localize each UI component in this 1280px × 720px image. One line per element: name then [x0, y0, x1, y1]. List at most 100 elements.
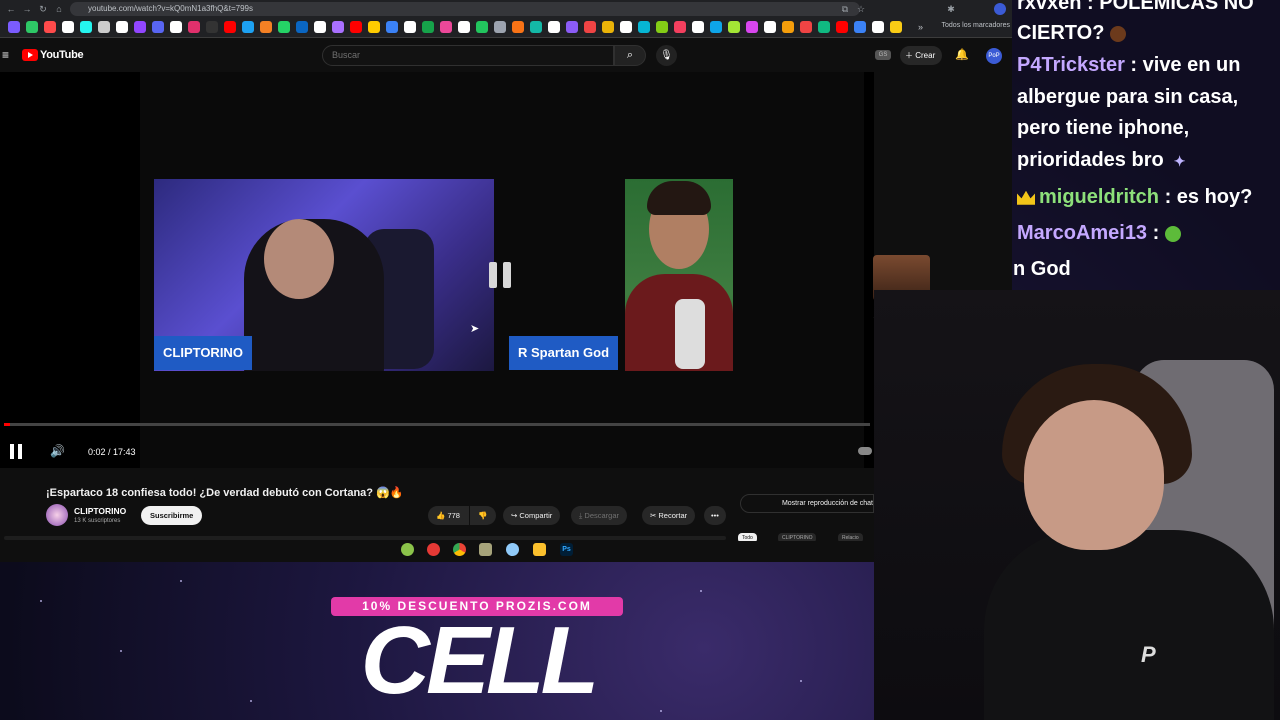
folder-icon[interactable] [533, 543, 546, 556]
bookmark-icon[interactable] [728, 21, 740, 33]
back-icon[interactable]: ← [4, 2, 18, 16]
bookmark-icon[interactable] [566, 21, 578, 33]
bookmark-icon[interactable] [152, 21, 164, 33]
forward-icon[interactable]: → [20, 2, 34, 16]
bookmark-icon[interactable] [656, 21, 668, 33]
cast-icon[interactable]: GS [875, 50, 891, 60]
clip-button[interactable]: ✂ Recortar [642, 506, 696, 525]
bookmark-icon[interactable] [602, 21, 614, 33]
bookmark-icon[interactable] [836, 21, 848, 33]
bookmark-icon[interactable] [314, 21, 326, 33]
bookmark-icon[interactable] [764, 21, 776, 33]
volume-icon[interactable]: 🔊 [50, 444, 65, 458]
show-chat-replay-button[interactable]: Mostrar reproducción de chat [740, 494, 874, 513]
bookmark-icon[interactable] [368, 21, 380, 33]
bookmark-icon[interactable] [350, 21, 362, 33]
reload-icon[interactable]: ↻ [36, 2, 50, 16]
bookmark-icon[interactable] [458, 21, 470, 33]
channel-avatar[interactable] [46, 504, 68, 526]
all-bookmarks-folder[interactable]: Todos los marcadores [942, 22, 1010, 29]
bookmark-icon[interactable] [440, 21, 452, 33]
bookmark-icon[interactable] [206, 21, 218, 33]
bookmark-icon[interactable] [782, 21, 794, 33]
bookmark-icon[interactable] [530, 21, 542, 33]
bookmark-icon[interactable] [224, 21, 236, 33]
pause-button[interactable] [10, 444, 24, 460]
bookmark-icon[interactable] [620, 21, 632, 33]
bookmark-icon[interactable] [494, 21, 506, 33]
bookmark-icon[interactable] [260, 21, 272, 33]
sparkle-icon: ✦ [1173, 152, 1186, 169]
photoshop-icon[interactable]: Ps [560, 543, 573, 556]
bookmark-icon[interactable] [296, 21, 308, 33]
bookmark-icon[interactable] [26, 21, 38, 33]
chip[interactable]: Relacio [838, 533, 863, 541]
pause-overlay-icon[interactable] [489, 262, 513, 288]
bookmark-icon[interactable] [746, 21, 758, 33]
dislike-button[interactable]: 👎 [470, 506, 496, 525]
bookmark-icon[interactable] [584, 21, 596, 33]
bookmark-icon[interactable] [62, 21, 74, 33]
bookmark-icon[interactable] [404, 21, 416, 33]
app-icon[interactable] [479, 543, 492, 556]
horizontal-scrollbar[interactable] [4, 536, 726, 540]
chrome-icon[interactable] [453, 543, 466, 556]
youtube-wordmark[interactable]: YouTube [40, 49, 84, 61]
search-input[interactable]: Buscar [322, 45, 614, 66]
chat-message: migueldritch : es hoy? [1017, 182, 1279, 212]
more-bookmarks-icon[interactable]: » [918, 22, 923, 32]
bookmark-icon[interactable] [872, 21, 884, 33]
bookmark-icon[interactable] [854, 21, 866, 33]
bookmark-icon[interactable] [890, 21, 902, 33]
bookmark-icon[interactable] [476, 21, 488, 33]
bookmark-icon[interactable] [710, 21, 722, 33]
bookmark-icon[interactable] [80, 21, 92, 33]
taskbar: Ps [394, 540, 584, 560]
app-icon[interactable] [401, 543, 414, 556]
chip[interactable]: Todo [738, 533, 757, 541]
bookmark-icon[interactable] [188, 21, 200, 33]
channel-name[interactable]: CLIPTORINO [74, 506, 126, 516]
subscribe-button[interactable]: Suscribirme [141, 506, 203, 525]
bookmark-icon[interactable] [818, 21, 830, 33]
app-icon[interactable] [506, 543, 519, 556]
bookmark-icon[interactable] [170, 21, 182, 33]
bookmark-icon[interactable] [116, 21, 128, 33]
autoplay-toggle[interactable] [858, 447, 872, 455]
bookmark-icon[interactable] [278, 21, 290, 33]
bookmark-icon[interactable] [548, 21, 560, 33]
bookmark-icon[interactable] [386, 21, 398, 33]
home-icon[interactable]: ⌂ [52, 2, 66, 16]
profile-icon[interactable] [994, 3, 1006, 15]
progress-bar[interactable] [4, 423, 870, 426]
bookmark-icon[interactable] [422, 21, 434, 33]
bookmark-icon[interactable] [44, 21, 56, 33]
bookmark-icon[interactable] [332, 21, 344, 33]
avatar[interactable]: PoP [986, 48, 1002, 64]
like-button[interactable]: 👍 778 [428, 506, 469, 525]
create-button[interactable]: ＋ Crear [900, 46, 942, 65]
app-icon[interactable] [427, 543, 440, 556]
notifications-bell-icon[interactable]: 🔔 [955, 48, 969, 61]
download-button[interactable]: ⤓ Descargar [571, 506, 628, 525]
voice-search-button[interactable]: 🎙 [656, 45, 677, 66]
youtube-logo-icon[interactable] [22, 49, 38, 61]
url-bar[interactable]: youtube.com/watch?v=kQ0mN1a3fhQ&t=799s [70, 2, 860, 16]
share-button[interactable]: ↪ Compartir [503, 506, 561, 525]
install-icon[interactable]: ⧉ [838, 2, 852, 16]
bookmark-star-icon[interactable]: ☆ [854, 2, 868, 16]
bookmark-icon[interactable] [512, 21, 524, 33]
chip[interactable]: CLIPTORINO [778, 533, 817, 541]
bookmark-icon[interactable] [692, 21, 704, 33]
bookmark-icon[interactable] [638, 21, 650, 33]
more-actions-button[interactable]: ••• [704, 506, 726, 525]
bookmark-icon[interactable] [674, 21, 686, 33]
bookmark-icon[interactable] [800, 21, 812, 33]
menu-icon[interactable]: ≡ [2, 48, 9, 62]
search-button[interactable]: ⌕ [614, 45, 646, 66]
bookmark-icon[interactable] [134, 21, 146, 33]
bookmark-icon[interactable] [242, 21, 254, 33]
bookmark-icon[interactable] [98, 21, 110, 33]
bookmark-icon[interactable] [8, 21, 20, 33]
extensions-icon[interactable]: ✱ [944, 2, 958, 16]
